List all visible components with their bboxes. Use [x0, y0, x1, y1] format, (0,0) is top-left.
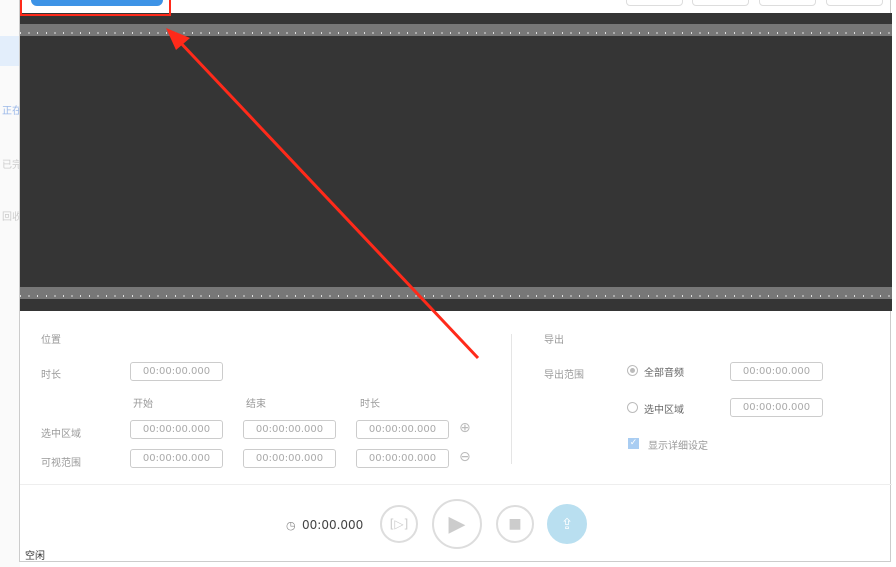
annotation-arrow: [166, 28, 480, 360]
